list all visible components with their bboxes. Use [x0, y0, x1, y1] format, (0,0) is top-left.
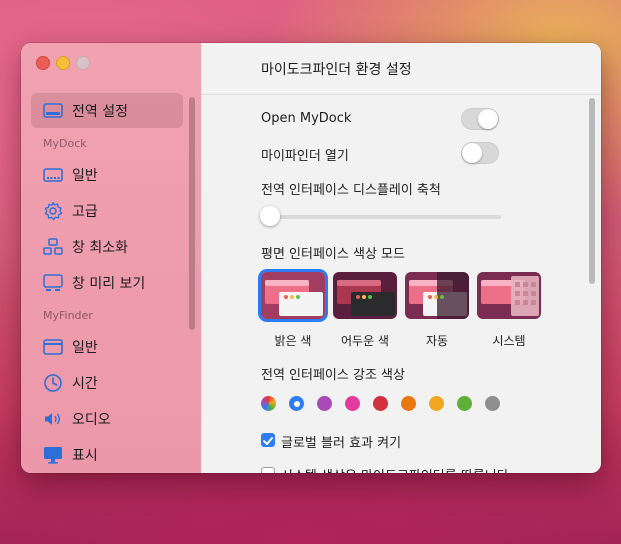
- sidebar-item-label: 표시: [72, 447, 98, 464]
- blur-effect-label: 글로벌 블러 효과 켜기: [281, 436, 402, 451]
- theme-auto-thumbnail[interactable]: [405, 272, 469, 319]
- sidebar-item-label: 창 최소화: [72, 239, 128, 256]
- sidebar-item-minimize-windows[interactable]: 창 최소화: [31, 229, 183, 264]
- sidebar: 전역 설정 MyDock 일반 고급 창 최소화 창 미리 보기 MyFinde…: [21, 43, 201, 473]
- sidebar-item-label: 일반: [72, 339, 98, 356]
- minimize-windows-icon: [42, 236, 64, 258]
- display-scale-label: 전역 인터페이스 디스플레이 축척: [261, 183, 441, 198]
- zoom-window-button[interactable]: [76, 56, 90, 70]
- system-color-checkbox[interactable]: [261, 467, 275, 473]
- theme-system-label: 시스템: [492, 334, 526, 348]
- toggle-knob: [462, 143, 482, 163]
- page-title: 마이도크파인더 환경 설정: [261, 62, 412, 78]
- sidebar-item-finder-general[interactable]: 일반: [31, 329, 183, 364]
- open-myfinder-label: 마이파인더 열기: [261, 149, 349, 164]
- blur-effect-checkbox[interactable]: [261, 433, 275, 447]
- clock-icon: [42, 372, 64, 394]
- finder-window-icon: [42, 336, 64, 358]
- sidebar-item-label: 전역 설정: [72, 103, 128, 120]
- monitor-icon: [42, 444, 64, 466]
- theme-auto-label: 자동: [425, 334, 449, 348]
- open-mydock-label: Open MyDock: [261, 111, 352, 126]
- sidebar-item-label: 일반: [72, 167, 98, 184]
- sidebar-item-label: 창 미리 보기: [72, 275, 146, 292]
- display-icon: [42, 100, 64, 122]
- accent-green-swatch[interactable]: [457, 396, 472, 411]
- display-scale-slider-track[interactable]: [261, 215, 501, 219]
- sidebar-item-dock-general[interactable]: 일반: [31, 157, 183, 192]
- open-myfinder-toggle[interactable]: [461, 142, 499, 164]
- sidebar-item-label: 오디오: [72, 411, 111, 428]
- open-mydock-toggle[interactable]: [461, 108, 499, 130]
- appearance-mode-label: 평면 인터페이스 색상 모드: [261, 247, 405, 262]
- theme-dark-label: 어두운 색: [341, 334, 389, 348]
- accent-graphite-swatch[interactable]: [485, 396, 500, 411]
- title-divider: [201, 94, 601, 95]
- theme-system-thumbnail[interactable]: [477, 272, 541, 319]
- sidebar-item-display[interactable]: 표시: [31, 437, 183, 472]
- display-scale-slider-knob[interactable]: [260, 206, 280, 226]
- speaker-icon: [42, 408, 64, 430]
- sidebar-item-advanced[interactable]: 고급: [31, 193, 183, 228]
- section-header-mydock: MyDock: [43, 137, 87, 150]
- main-scrollbar[interactable]: [589, 98, 595, 284]
- accent-red-swatch[interactable]: [373, 396, 388, 411]
- sidebar-item-label: 시간: [72, 375, 98, 392]
- theme-light-label: 밝은 색: [274, 334, 312, 348]
- gear-icon: [42, 200, 64, 222]
- accent-yellow-swatch[interactable]: [429, 396, 444, 411]
- sidebar-scrollbar[interactable]: [189, 97, 195, 330]
- selected-dot: [293, 400, 300, 407]
- accent-blue-swatch[interactable]: [289, 396, 304, 411]
- sidebar-item-global-settings[interactable]: 전역 설정: [31, 93, 183, 128]
- sidebar-item-label: 고급: [72, 203, 98, 220]
- preferences-window: 전역 설정 MyDock 일반 고급 창 최소화 창 미리 보기 MyFinde…: [21, 43, 601, 473]
- accent-multicolor-swatch[interactable]: [261, 396, 276, 411]
- minimize-window-button[interactable]: [56, 56, 70, 70]
- accent-purple-swatch[interactable]: [317, 396, 332, 411]
- sidebar-item-time[interactable]: 시간: [31, 365, 183, 400]
- toggle-knob: [478, 109, 498, 129]
- close-window-button[interactable]: [36, 56, 50, 70]
- theme-light-thumbnail[interactable]: [261, 272, 325, 319]
- sidebar-item-window-preview[interactable]: 창 미리 보기: [31, 265, 183, 300]
- section-header-myfinder: MyFinder: [43, 309, 93, 322]
- sidebar-item-audio[interactable]: 오디오: [31, 401, 183, 436]
- dock-icon: [42, 164, 64, 186]
- accent-orange-swatch[interactable]: [401, 396, 416, 411]
- system-color-label: 시스템 색상은 마이도크파인더를 따릅니다: [281, 465, 509, 473]
- accent-pink-swatch[interactable]: [345, 396, 360, 411]
- main-pane: 마이도크파인더 환경 설정 Open MyDock 마이파인더 열기 전역 인터…: [201, 43, 601, 473]
- accent-color-label: 전역 인터페이스 강조 색상: [261, 368, 405, 383]
- window-preview-icon: [42, 272, 64, 294]
- theme-dark-thumbnail[interactable]: [333, 272, 397, 319]
